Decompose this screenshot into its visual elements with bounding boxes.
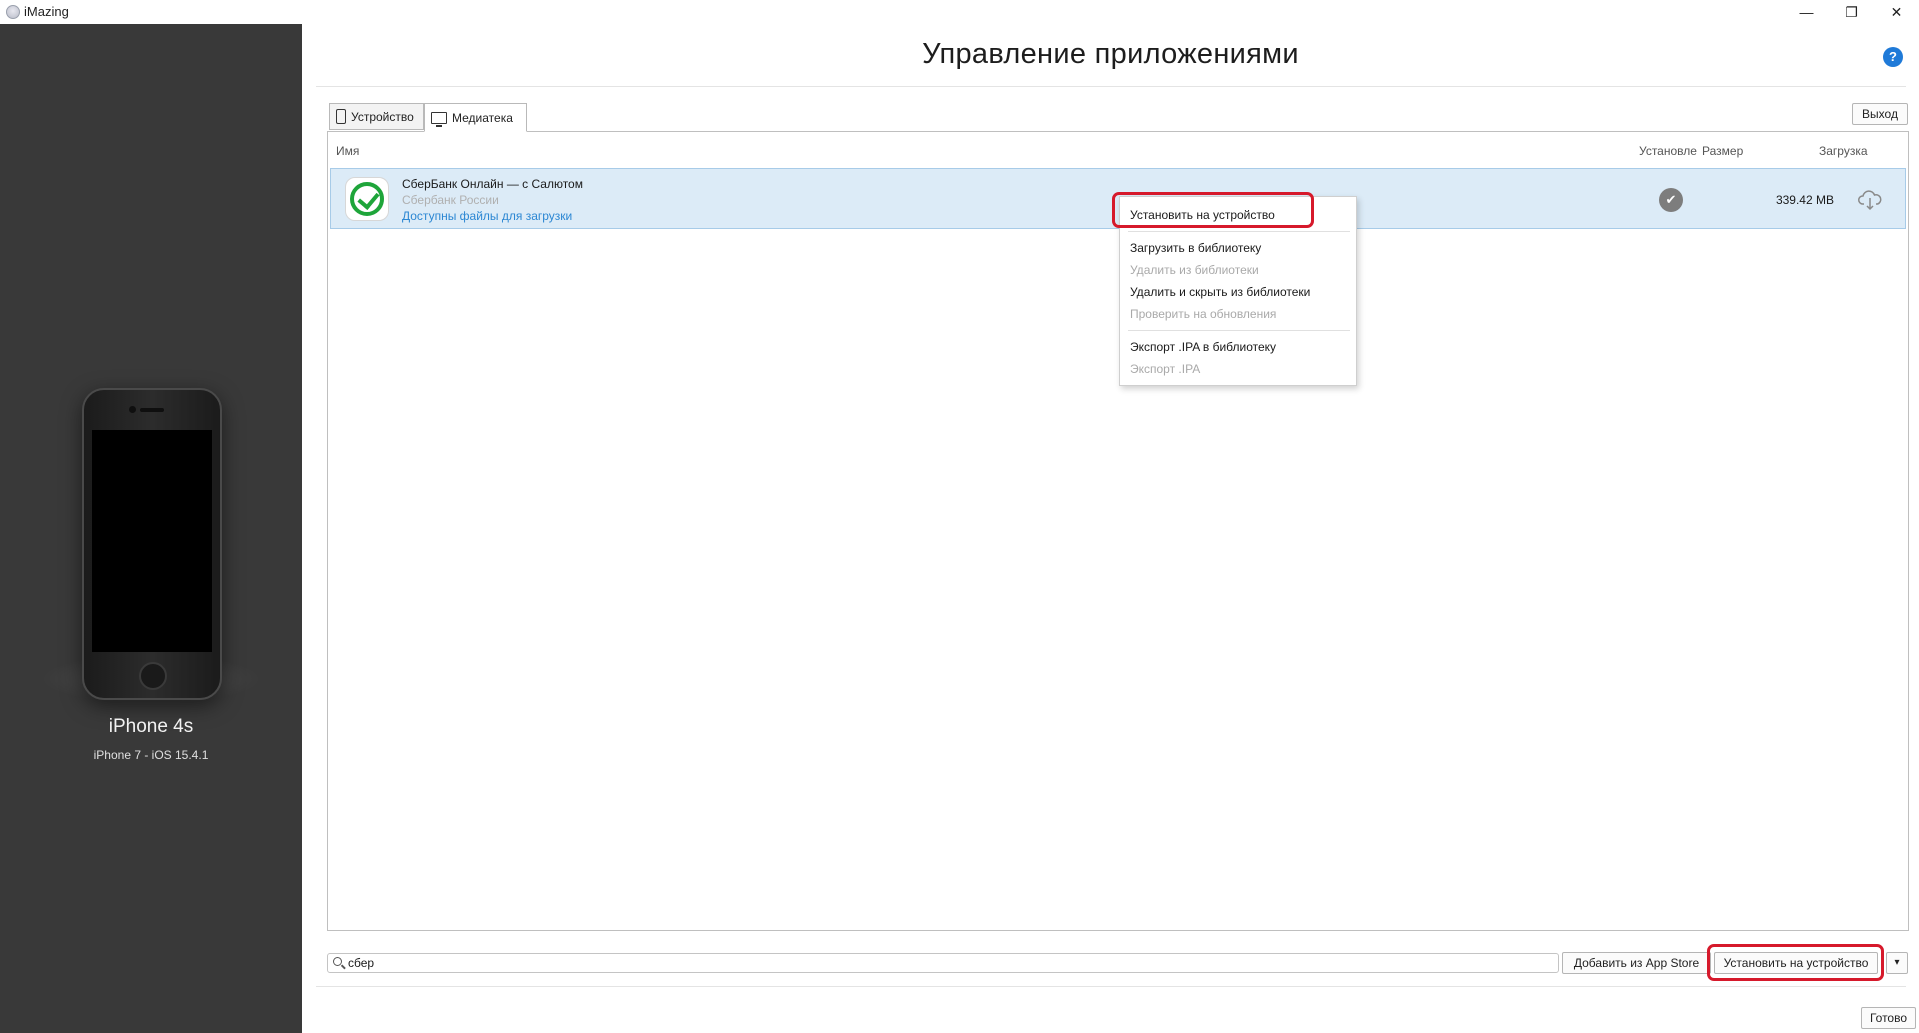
device-model: iPhone 7 - iOS 15.4.1 bbox=[93, 748, 209, 762]
installed-check-icon: ✔ bbox=[1659, 188, 1683, 212]
minimize-button[interactable]: — bbox=[1784, 0, 1829, 24]
highlight-frame bbox=[1707, 944, 1884, 981]
highlight-frame bbox=[1112, 192, 1314, 228]
menu-separator bbox=[1128, 330, 1350, 331]
download-available-link[interactable]: Доступны файлы для загрузки bbox=[402, 209, 572, 223]
device-screen bbox=[92, 430, 212, 652]
tab-label: Устройство bbox=[351, 109, 414, 124]
help-icon[interactable]: ? bbox=[1883, 47, 1903, 67]
device-name: iPhone 4s bbox=[108, 716, 194, 737]
search-input[interactable]: сбер bbox=[327, 953, 1559, 973]
add-from-app-store-button[interactable]: Добавить из App Store bbox=[1562, 952, 1711, 974]
title-bar: iMazing — ❐ ✕ bbox=[0, 0, 1919, 24]
menu-item-download-to-library[interactable]: Загрузить в библиотеку bbox=[1130, 241, 1261, 255]
app-logo-icon bbox=[6, 5, 20, 19]
column-header-installed[interactable]: Установле bbox=[1639, 144, 1697, 158]
window-title: iMazing bbox=[24, 4, 69, 19]
tab-library[interactable]: Медиатека bbox=[424, 103, 527, 132]
menu-item-export-ipa[interactable]: Экспорт .IPA bbox=[1130, 362, 1200, 376]
app-name: СберБанк Онлайн — с Салютом bbox=[402, 177, 583, 191]
camera-icon bbox=[129, 406, 136, 413]
menu-item-remove-and-hide[interactable]: Удалить и скрыть из библиотеки bbox=[1130, 285, 1310, 299]
app-list: Имя Установле Размер Загрузка СберБанк О… bbox=[327, 131, 1909, 931]
app-size: 339.42 MB bbox=[1775, 193, 1834, 207]
column-header-name[interactable]: Имя bbox=[336, 144, 359, 158]
menu-separator bbox=[1128, 231, 1350, 232]
monitor-icon bbox=[431, 111, 447, 127]
close-button[interactable]: ✕ bbox=[1874, 0, 1919, 24]
app-vendor: Сбербанк России bbox=[402, 193, 499, 207]
device-image bbox=[82, 388, 222, 700]
column-header-download[interactable]: Загрузка bbox=[1819, 144, 1868, 158]
exit-button[interactable]: Выход bbox=[1852, 103, 1908, 125]
page-title: Управление приложениями bbox=[922, 38, 1299, 70]
menu-item-check-updates[interactable]: Проверить на обновления bbox=[1130, 307, 1276, 321]
speaker-icon bbox=[140, 408, 164, 412]
menu-item-export-ipa-library[interactable]: Экспорт .IPA в библиотеку bbox=[1130, 340, 1276, 354]
search-value: сбер bbox=[348, 956, 375, 970]
phone-icon bbox=[336, 109, 346, 124]
divider bbox=[316, 86, 1906, 87]
maximize-button[interactable]: ❐ bbox=[1829, 0, 1874, 24]
tab-label: Медиатека bbox=[452, 110, 513, 125]
menu-item-remove-from-library[interactable]: Удалить из библиотеки bbox=[1130, 263, 1259, 277]
done-button[interactable]: Готово bbox=[1861, 1007, 1916, 1029]
device-sidebar: iPhone 4s iPhone 7 - iOS 15.4.1 bbox=[0, 24, 302, 1033]
cloud-download-icon[interactable] bbox=[1857, 187, 1883, 213]
sberbank-app-icon bbox=[345, 177, 389, 221]
divider bbox=[316, 986, 1906, 987]
home-button-icon bbox=[139, 662, 167, 690]
chevron-down-icon[interactable]: ▾ bbox=[1886, 952, 1908, 974]
tab-device[interactable]: Устройство bbox=[329, 103, 424, 130]
search-icon bbox=[333, 957, 342, 966]
column-header-size[interactable]: Размер bbox=[1702, 144, 1743, 158]
